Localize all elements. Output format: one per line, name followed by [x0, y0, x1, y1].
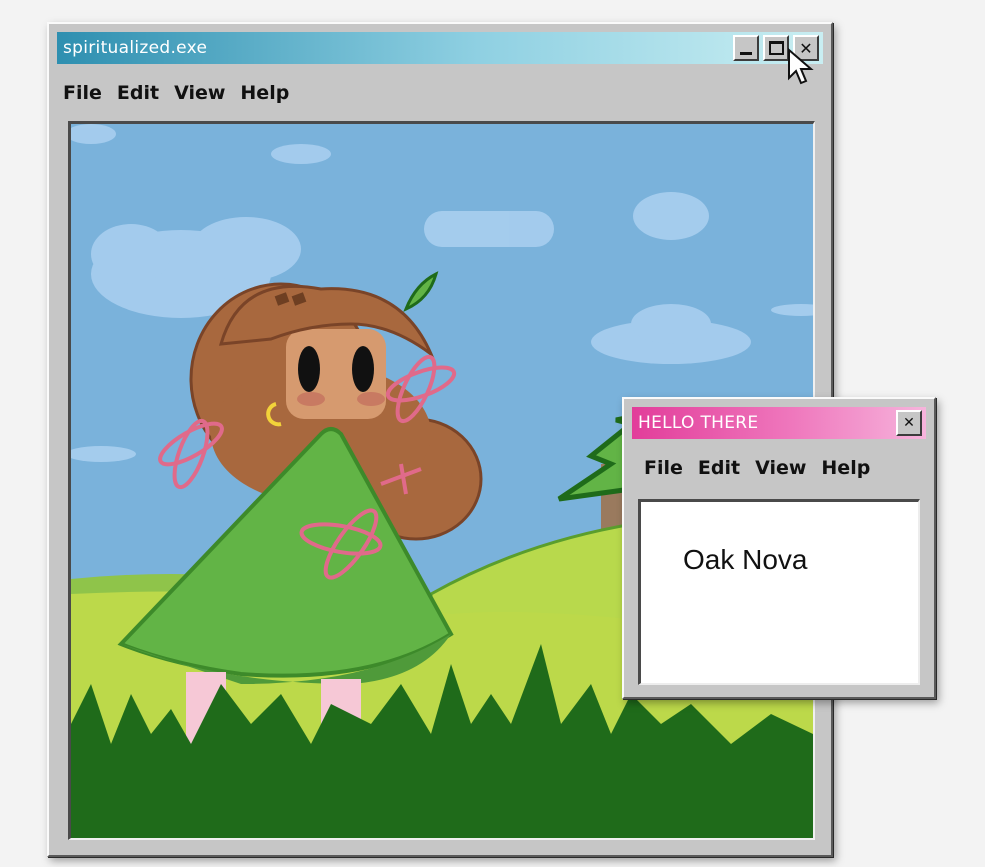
cloud: [271, 144, 331, 164]
menu-edit[interactable]: Edit: [117, 82, 159, 104]
minimize-icon: [740, 51, 752, 55]
dialog-window: HELLO THERE ✕ File Edit View Help Oak Nova: [622, 397, 936, 699]
dialog-menubar: File Edit View Help: [644, 457, 885, 479]
cloud: [91, 224, 171, 284]
cloud: [191, 217, 301, 281]
main-menubar: File Edit View Help: [63, 82, 304, 104]
dialog-text: Oak Nova: [683, 544, 808, 575]
cheek: [297, 392, 325, 406]
dialog-title: HELLO THERE: [638, 413, 759, 433]
window-title: spiritualized.exe: [63, 38, 208, 58]
menu-file[interactable]: File: [644, 457, 683, 479]
menu-help[interactable]: Help: [821, 457, 870, 479]
cloud: [631, 304, 711, 344]
dialog-content-area: Oak Nova: [638, 499, 920, 685]
eye: [298, 346, 320, 392]
minimize-button[interactable]: [733, 35, 759, 61]
menu-view[interactable]: View: [174, 82, 225, 104]
maximize-icon: [768, 41, 784, 55]
dialog-titlebar[interactable]: HELLO THERE ✕: [632, 407, 926, 439]
menu-edit[interactable]: Edit: [698, 457, 740, 479]
dialog-close-button[interactable]: ✕: [896, 410, 922, 436]
menu-help[interactable]: Help: [240, 82, 289, 104]
cloud: [633, 192, 709, 240]
close-icon: ✕: [903, 415, 915, 431]
menu-file[interactable]: File: [63, 82, 102, 104]
main-titlebar[interactable]: spiritualized.exe ✕: [57, 32, 823, 64]
cloud: [424, 211, 554, 247]
menu-view[interactable]: View: [755, 457, 806, 479]
maximize-button[interactable]: [763, 35, 789, 61]
cheek: [357, 392, 385, 406]
mouse-cursor-icon: [788, 48, 814, 85]
eye: [352, 346, 374, 392]
